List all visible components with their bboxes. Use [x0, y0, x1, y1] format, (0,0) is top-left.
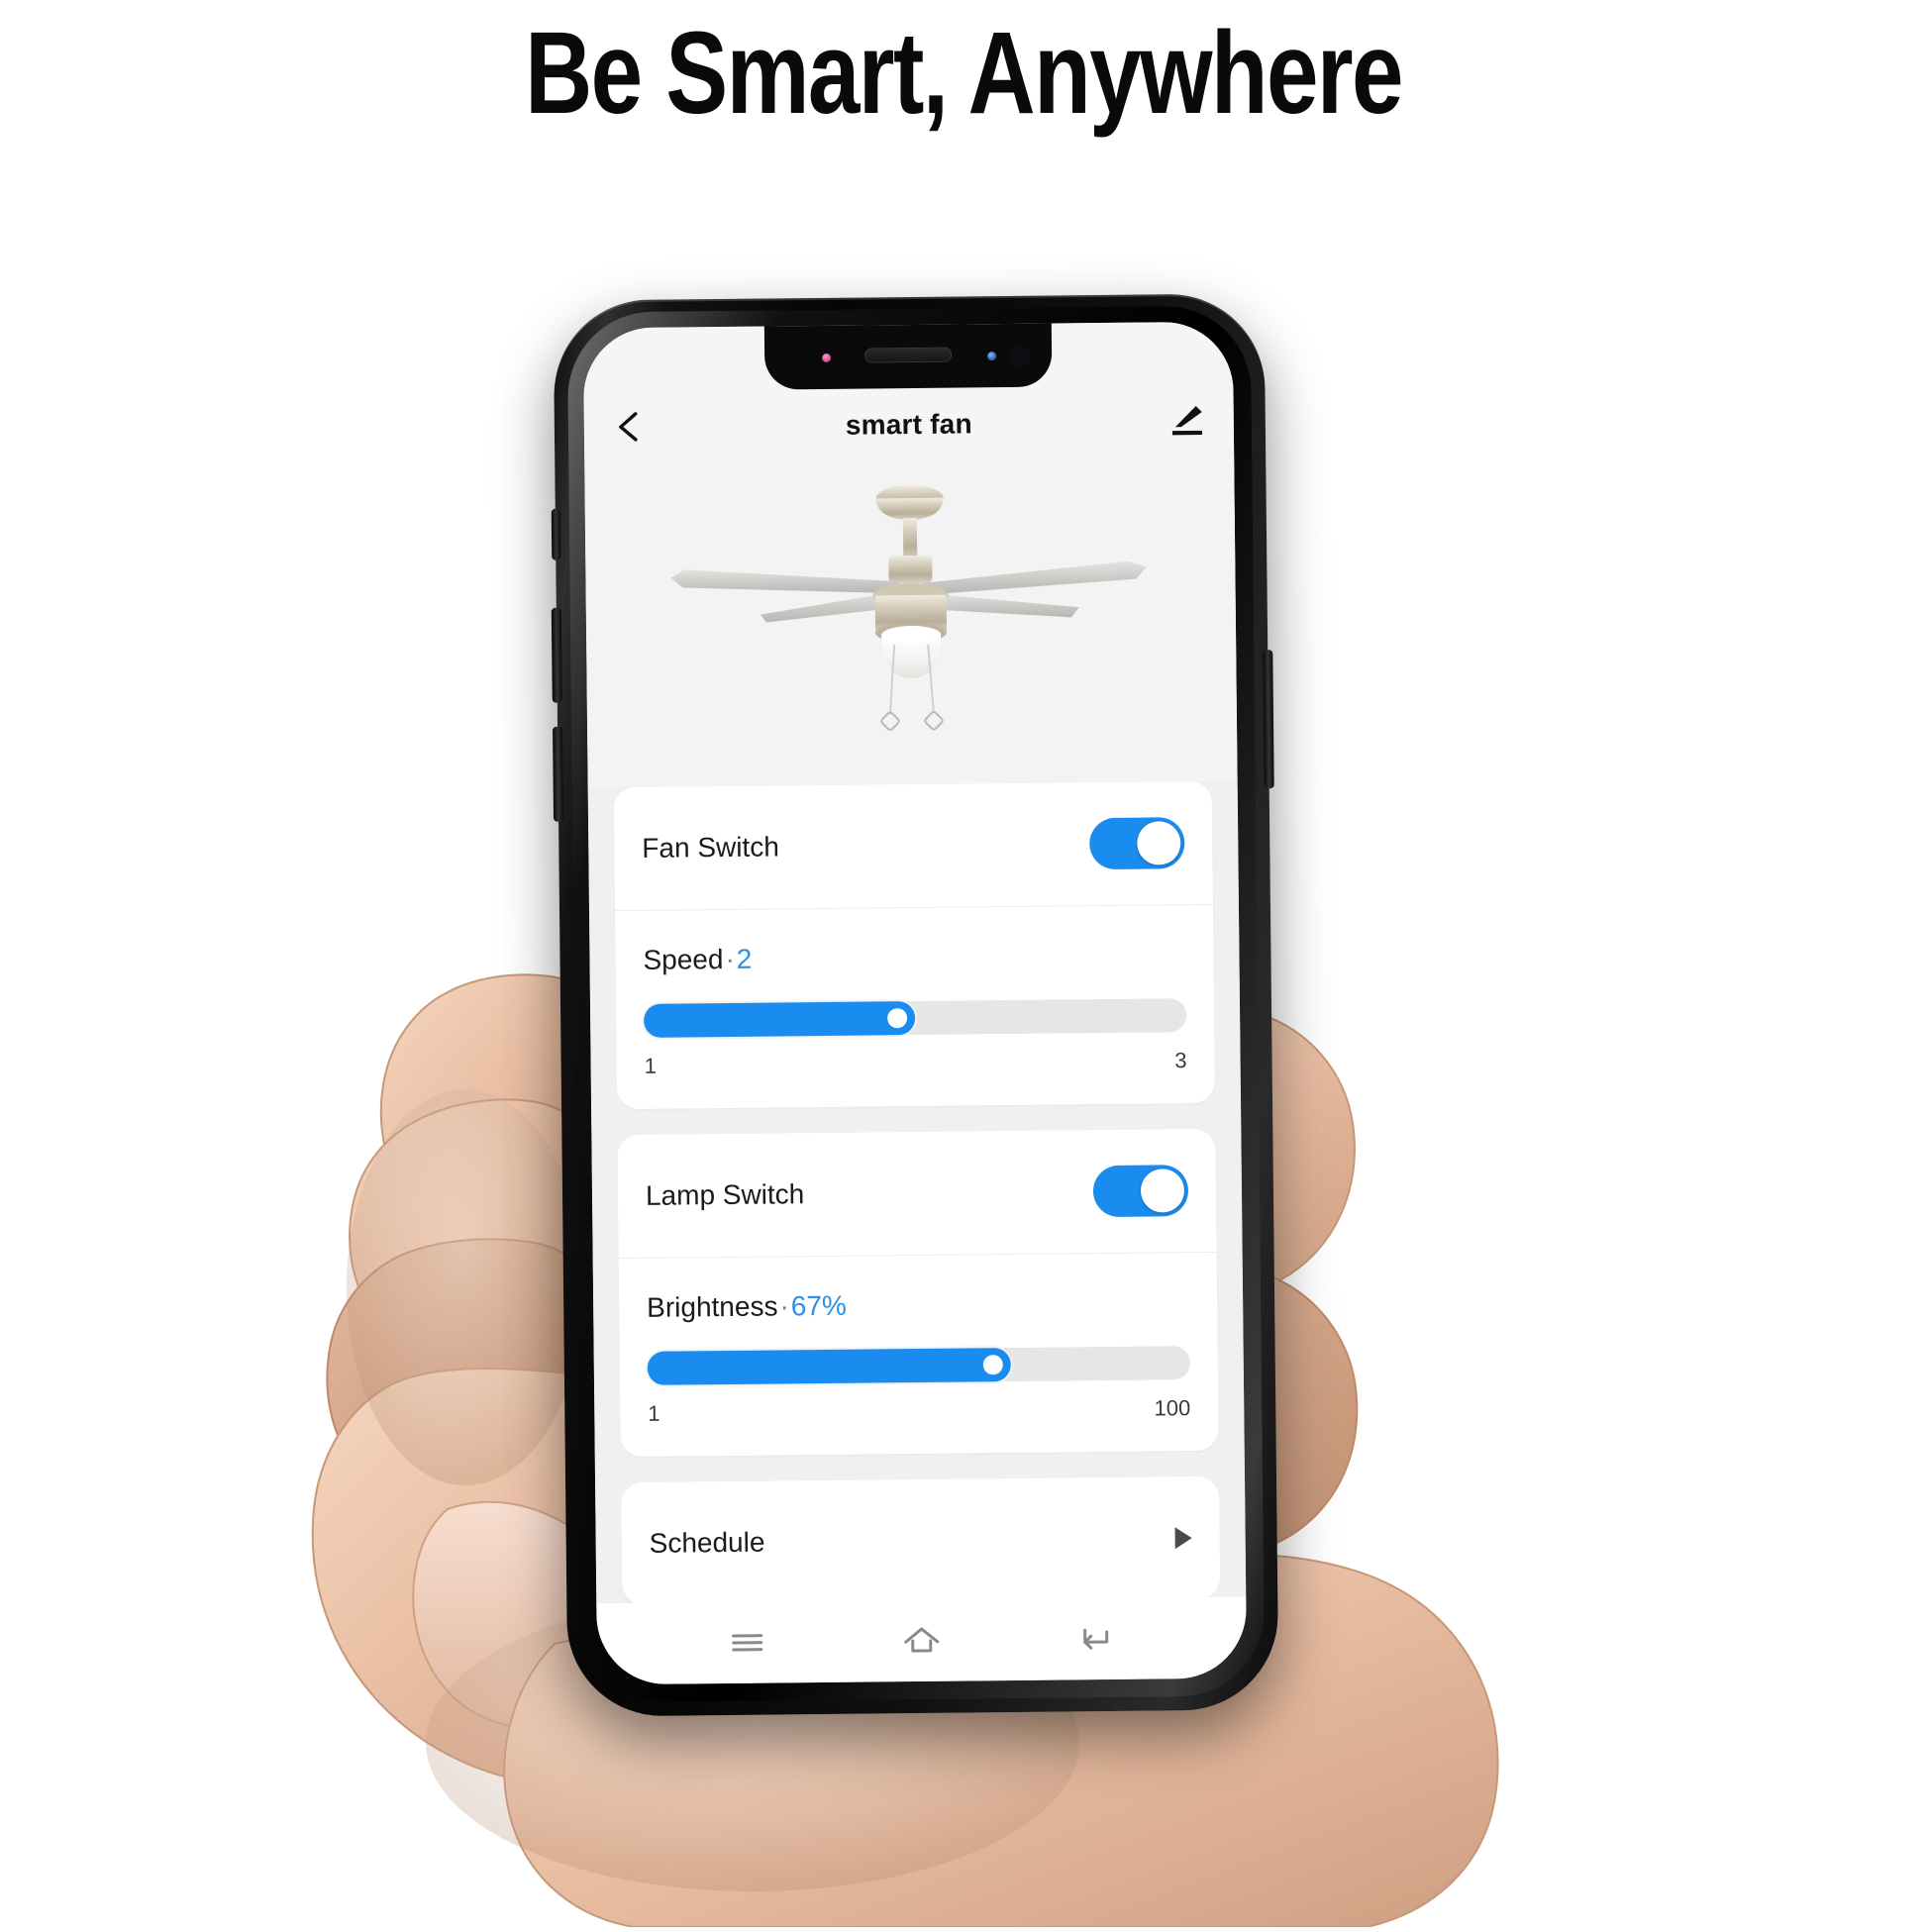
- phone-screen: smart fan: [583, 322, 1247, 1685]
- app-content: Fan Switch Speed·2: [584, 447, 1246, 1604]
- power-button[interactable]: [1263, 650, 1273, 788]
- toggle-knob: [1137, 821, 1180, 864]
- toggle-knob: [1141, 1169, 1184, 1212]
- control-cards: Fan Switch Speed·2: [588, 781, 1247, 1604]
- android-navigation-bar: [596, 1597, 1247, 1685]
- schedule-row[interactable]: Schedule: [621, 1476, 1220, 1604]
- back-arrow-icon[interactable]: [1072, 1616, 1118, 1662]
- speed-slider-fill: [644, 1001, 915, 1038]
- fan-control-card: Fan Switch Speed·2: [614, 781, 1215, 1109]
- brightness-min-label: 1: [648, 1401, 660, 1427]
- lamp-control-card: Lamp Switch Brightness·67%: [617, 1129, 1218, 1457]
- schedule-label: Schedule: [650, 1527, 765, 1560]
- camera-lens-icon: [1008, 346, 1030, 367]
- earpiece-speaker-icon: [865, 349, 951, 362]
- lamp-switch-toggle[interactable]: [1093, 1165, 1189, 1217]
- lamp-switch-label: Lamp Switch: [646, 1178, 805, 1212]
- app-page-title: smart fan: [584, 406, 1234, 445]
- edit-button[interactable]: [1166, 401, 1208, 443]
- speed-separator: ·: [723, 944, 737, 974]
- brightness-slider-title: Brightness·67%: [647, 1286, 1189, 1324]
- lamp-switch-row[interactable]: Lamp Switch: [617, 1129, 1216, 1258]
- brightness-slider-scale: 1 100: [648, 1395, 1190, 1427]
- volume-down-button[interactable]: [553, 727, 563, 822]
- fan-switch-row[interactable]: Fan Switch: [614, 781, 1213, 910]
- speed-label: Speed: [643, 944, 723, 975]
- speed-max-label: 3: [1174, 1048, 1187, 1073]
- silent-switch-button[interactable]: [552, 509, 561, 560]
- speed-slider-track[interactable]: [644, 998, 1186, 1038]
- display-notch: [764, 322, 1053, 390]
- ir-sensor-dot-icon: [822, 354, 831, 362]
- speed-slider-handle[interactable]: [887, 1008, 907, 1028]
- schedule-card[interactable]: Schedule: [621, 1476, 1220, 1604]
- brightness-label: Brightness: [647, 1290, 778, 1322]
- brightness-slider-handle[interactable]: [983, 1355, 1003, 1374]
- volume-up-button[interactable]: [552, 608, 562, 703]
- smartphone-device: smart fan: [554, 293, 1279, 1716]
- speed-slider-scale: 1 3: [644, 1048, 1186, 1079]
- menu-recents-icon[interactable]: [724, 1620, 769, 1666]
- chevron-right-icon: [1175, 1527, 1192, 1549]
- brightness-max-label: 100: [1154, 1395, 1190, 1421]
- front-camera-dot-icon: [987, 352, 996, 360]
- fan-switch-label: Fan Switch: [642, 831, 779, 864]
- brightness-value: 67%: [791, 1290, 847, 1322]
- home-icon[interactable]: [898, 1618, 944, 1664]
- ceiling-fan-product-image: [584, 447, 1238, 788]
- fan-switch-toggle[interactable]: [1089, 817, 1185, 869]
- brightness-slider-block: Brightness·67% 1 100: [619, 1253, 1219, 1457]
- speed-slider-block: Speed·2 1 3: [615, 905, 1215, 1109]
- brightness-separator: ·: [777, 1290, 791, 1321]
- speed-slider-title: Speed·2: [643, 939, 1185, 976]
- speed-min-label: 1: [644, 1054, 657, 1079]
- brightness-slider-track[interactable]: [648, 1346, 1190, 1385]
- speed-value: 2: [737, 944, 753, 974]
- page-title: Be Smart, Anywhere: [193, 6, 1735, 141]
- brightness-slider-fill: [648, 1348, 1011, 1385]
